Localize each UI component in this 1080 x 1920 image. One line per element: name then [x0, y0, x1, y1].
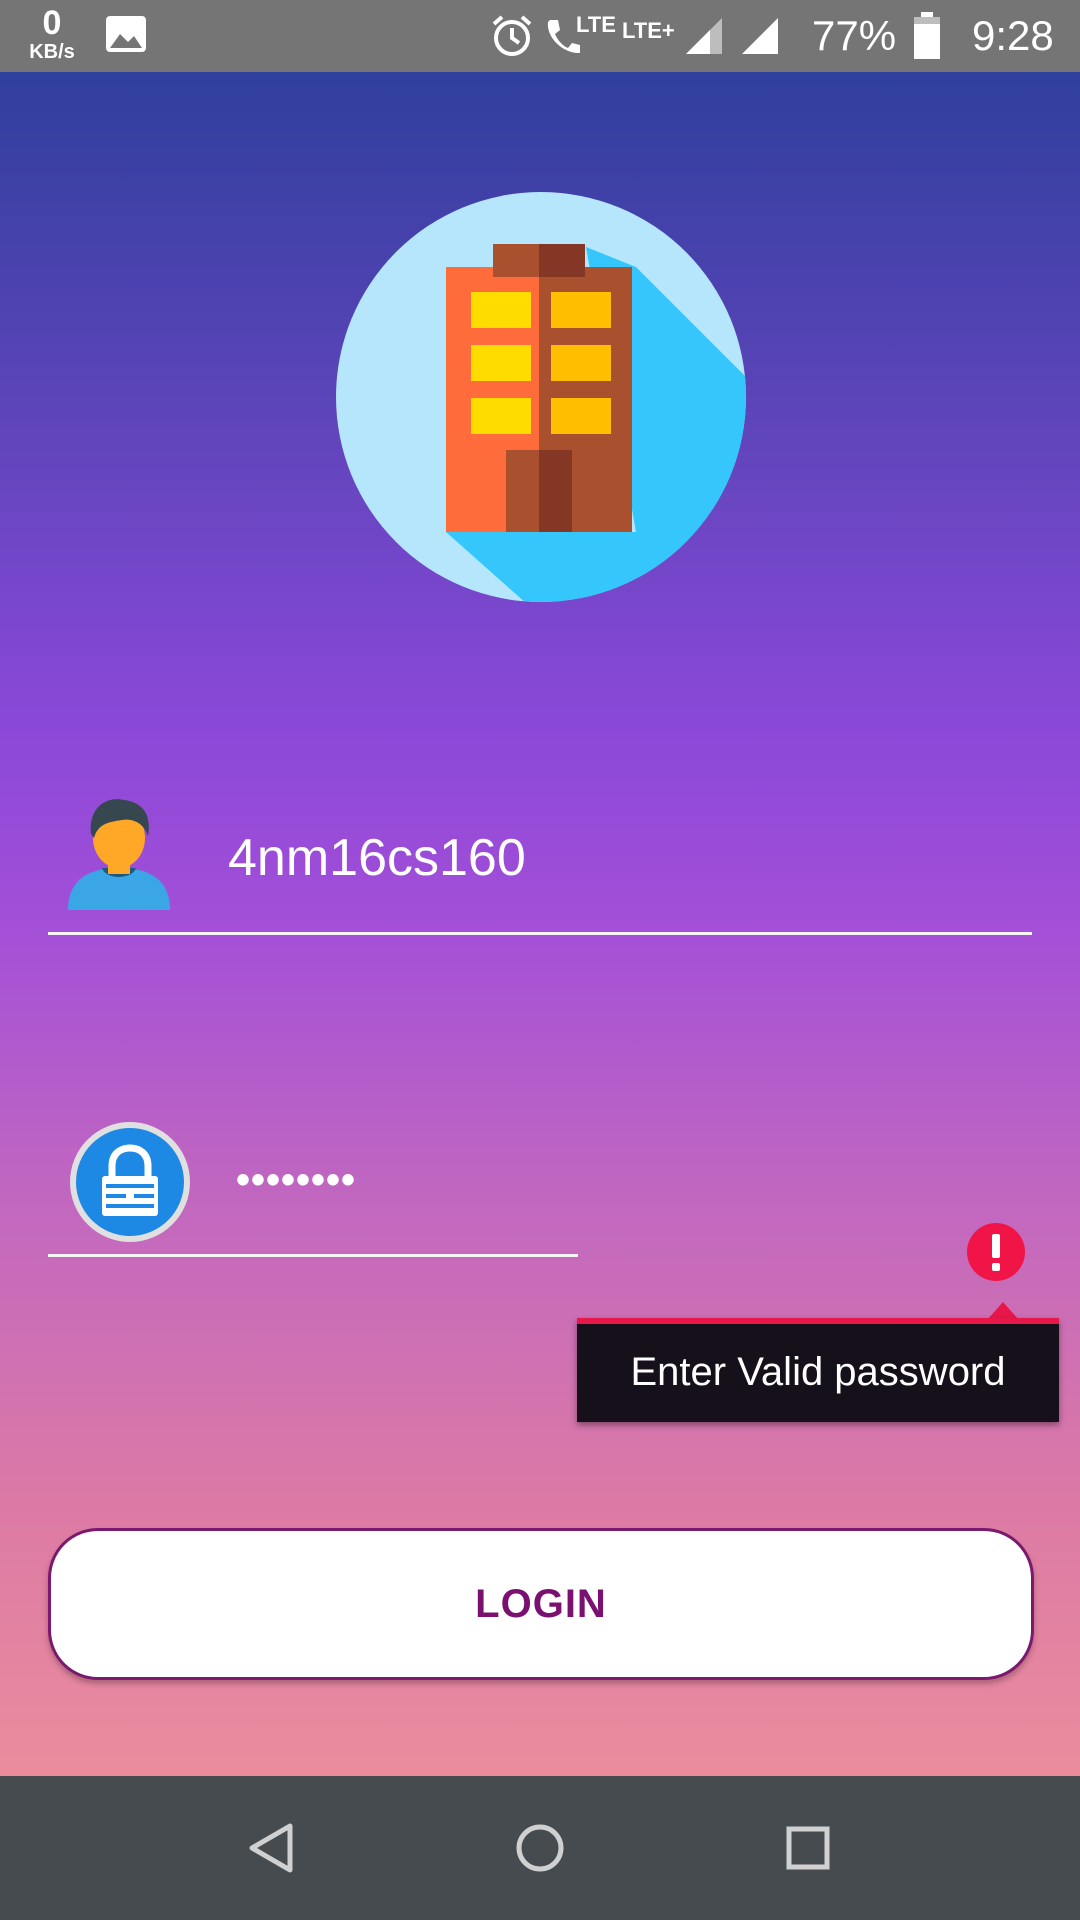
error-tooltip: Enter Valid password	[577, 1318, 1059, 1422]
username-underline	[48, 932, 1032, 935]
alarm-icon	[492, 15, 532, 56]
login-screen: 4nm16cs160 •••••••• Enter Valid password…	[0, 72, 1080, 1776]
battery-percent: 77%	[812, 12, 897, 59]
recents-icon[interactable]	[776, 1816, 840, 1880]
password-input[interactable]: ••••••••	[236, 1150, 356, 1210]
network-speed: 0 KB/s	[24, 6, 80, 62]
password-underline	[48, 1254, 578, 1257]
status-bar: 0 KB/s LTE LTE+ 77% 9:28	[0, 0, 1080, 72]
username-input[interactable]: 4nm16cs160	[228, 828, 526, 888]
login-button[interactable]: LOGIN	[48, 1528, 1034, 1680]
error-message: Enter Valid password	[630, 1350, 1006, 1394]
error-icon[interactable]	[966, 1222, 1026, 1282]
user-avatar-icon	[68, 799, 170, 910]
back-icon[interactable]	[240, 1816, 304, 1880]
signal-icon-2	[742, 18, 778, 54]
speed-value: 0	[42, 4, 62, 42]
home-icon[interactable]	[508, 1816, 572, 1880]
clock: 9:28	[972, 12, 1054, 59]
battery-icon	[914, 12, 940, 59]
navigation-bar	[0, 1776, 1080, 1920]
lock-icon	[70, 1122, 190, 1242]
network-type-1: LTE	[576, 12, 616, 37]
network-type-2: LTE+	[622, 18, 675, 43]
speed-unit: KB/s	[29, 41, 75, 63]
building-logo	[336, 192, 746, 602]
call-icon	[547, 20, 580, 54]
image-icon	[106, 16, 146, 52]
signal-icon	[686, 18, 722, 54]
